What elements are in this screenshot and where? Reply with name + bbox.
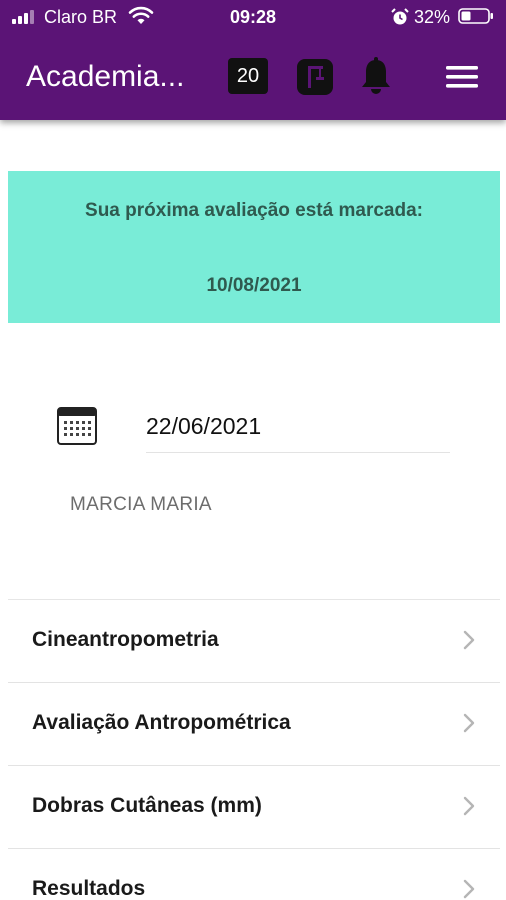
next-evaluation-notice: Sua próxima avaliação está marcada: 10/0…: [8, 171, 500, 323]
list-item-resultados[interactable]: Resultados: [8, 849, 500, 900]
app-screen: Claro BR 09:28 32% Academia... 20 Sua pr…: [0, 0, 506, 900]
battery-percent: 32%: [414, 7, 451, 27]
list-item-label: Avaliação Antropométrica: [32, 711, 291, 734]
gym-icon[interactable]: [296, 58, 334, 96]
chevron-right-icon: [463, 713, 475, 733]
calendar-icon[interactable]: [56, 405, 98, 447]
notice-date: 10/08/2021: [206, 275, 302, 296]
list-item-dobras-cutaneas[interactable]: Dobras Cutâneas (mm): [8, 766, 500, 849]
chevron-right-icon: [463, 630, 475, 650]
alarm-icon: [391, 8, 409, 25]
evaluation-sections-list: Cineantropometria Avaliação Antropométri…: [8, 599, 500, 900]
list-item-cineantropometria[interactable]: Cineantropometria: [8, 600, 500, 683]
top-bar: Claro BR 09:28 32% Academia... 20: [0, 0, 506, 120]
app-title: Academia...: [26, 60, 185, 93]
notification-count-badge[interactable]: 20: [228, 58, 268, 94]
chevron-right-icon: [463, 879, 475, 899]
notice-title: Sua próxima avaliação está marcada:: [85, 200, 423, 221]
bell-icon[interactable]: [358, 56, 394, 96]
list-item-label: Cineantropometria: [32, 628, 219, 651]
menu-icon[interactable]: [446, 64, 478, 90]
evaluation-date-field[interactable]: 22/06/2021: [146, 410, 450, 453]
status-bar: Claro BR 09:28 32%: [0, 0, 506, 34]
list-item-label: Resultados: [32, 877, 146, 900]
battery-icon: [458, 8, 493, 24]
list-item-avaliacao-antropometrica[interactable]: Avaliação Antropométrica: [8, 683, 500, 766]
person-name: MARCIA MARIA: [70, 494, 212, 515]
chevron-right-icon: [463, 796, 475, 816]
list-item-label: Dobras Cutâneas (mm): [32, 794, 262, 817]
